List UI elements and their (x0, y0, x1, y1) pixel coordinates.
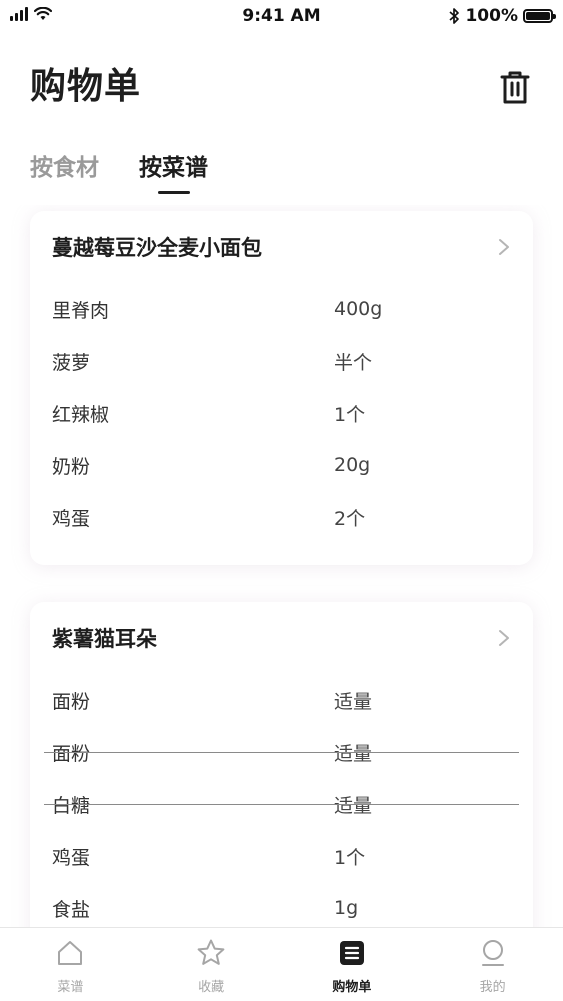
ingredient-row-checked[interactable]: 面粉 适量 (30, 726, 533, 778)
ingredient-row[interactable]: 红辣椒 1个 (30, 387, 533, 439)
nav-label: 收藏 (198, 980, 225, 995)
profile-icon (481, 940, 504, 966)
ingredient-amount: 适量 (334, 742, 373, 765)
ingredient-amount: 半个 (334, 351, 373, 374)
bluetooth-icon (449, 8, 460, 24)
ingredient-name: 鸡蛋 (52, 846, 91, 869)
tab-by-recipe[interactable]: 按菜谱 (139, 148, 208, 194)
ingredient-amount: 1个 (334, 403, 366, 426)
chevron-right-icon (499, 239, 509, 255)
ingredient-name: 奶粉 (52, 455, 91, 478)
page-title: 购物单 (30, 66, 142, 107)
recipe-card-header[interactable]: 紫薯猫耳朵 (30, 602, 533, 674)
ingredient-row[interactable]: 菠萝 半个 (30, 335, 533, 387)
ingredient-amount: 1个 (334, 846, 366, 869)
ingredient-row[interactable]: 食盐 1g (30, 882, 533, 927)
shopping-list[interactable]: 蔓越莓豆沙全麦小面包 里脊肉 400g 菠萝 半个 红辣椒 1个 奶粉 20g … (0, 205, 563, 927)
battery-percent: 100% (465, 6, 518, 26)
battery-icon (523, 9, 556, 23)
ingredient-name: 鸡蛋 (52, 507, 91, 530)
status-right: 100% (449, 6, 556, 26)
nav-label: 我的 (479, 980, 506, 995)
nav-label: 菜谱 (57, 980, 84, 995)
recipe-card: 蔓越莓豆沙全麦小面包 里脊肉 400g 菠萝 半个 红辣椒 1个 奶粉 20g … (30, 211, 533, 565)
header: 购物单 (30, 62, 533, 112)
ingredient-amount: 适量 (334, 690, 373, 713)
trash-icon (500, 71, 530, 104)
ingredient-amount: 1g (334, 897, 359, 919)
ingredient-amount: 2个 (334, 507, 366, 530)
nav-profile[interactable]: 我的 (422, 928, 563, 1001)
ingredient-amount: 20g (334, 454, 371, 476)
star-icon (197, 939, 225, 965)
ingredient-amount: 400g (334, 298, 383, 320)
ingredient-row[interactable]: 里脊肉 400g (30, 283, 533, 335)
chevron-right-icon (499, 630, 509, 646)
recipe-title: 紫薯猫耳朵 (52, 627, 157, 651)
home-icon (58, 941, 83, 965)
list-icon (339, 941, 364, 965)
ingredient-name: 面粉 (52, 690, 91, 713)
status-bar: 9:41 AM 100% (0, 0, 563, 34)
nav-shopping-list[interactable]: 购物单 (282, 928, 423, 1001)
ingredient-row[interactable]: 鸡蛋 2个 (30, 491, 533, 543)
ingredient-row[interactable]: 面粉 适量 (30, 674, 533, 726)
nav-recipes[interactable]: 菜谱 (0, 928, 141, 1001)
ingredient-name: 食盐 (52, 898, 91, 921)
nav-label: 购物单 (332, 980, 372, 995)
clear-list-button[interactable] (497, 68, 533, 106)
ingredient-row[interactable]: 奶粉 20g (30, 439, 533, 491)
recipe-card-header[interactable]: 蔓越莓豆沙全麦小面包 (30, 211, 533, 283)
ingredient-name: 面粉 (52, 742, 91, 765)
ingredient-amount: 适量 (334, 794, 373, 817)
ingredient-row[interactable]: 鸡蛋 1个 (30, 830, 533, 882)
ingredient-name: 红辣椒 (52, 403, 110, 426)
ingredient-name: 白糖 (52, 794, 91, 817)
bottom-nav: 菜谱 收藏 购物单 我的 (0, 927, 563, 1001)
ingredient-name: 里脊肉 (52, 299, 110, 322)
recipe-card: 紫薯猫耳朵 面粉 适量 面粉 适量 白糖 适量 鸡蛋 1个 食盐 1g (30, 602, 533, 927)
tab-by-ingredient[interactable]: 按食材 (30, 148, 99, 194)
view-tabs: 按食材 按菜谱 (30, 148, 208, 194)
recipe-title: 蔓越莓豆沙全麦小面包 (52, 236, 262, 260)
ingredient-name: 菠萝 (52, 351, 91, 374)
nav-favorites[interactable]: 收藏 (141, 928, 282, 1001)
ingredient-row-checked[interactable]: 白糖 适量 (30, 778, 533, 830)
